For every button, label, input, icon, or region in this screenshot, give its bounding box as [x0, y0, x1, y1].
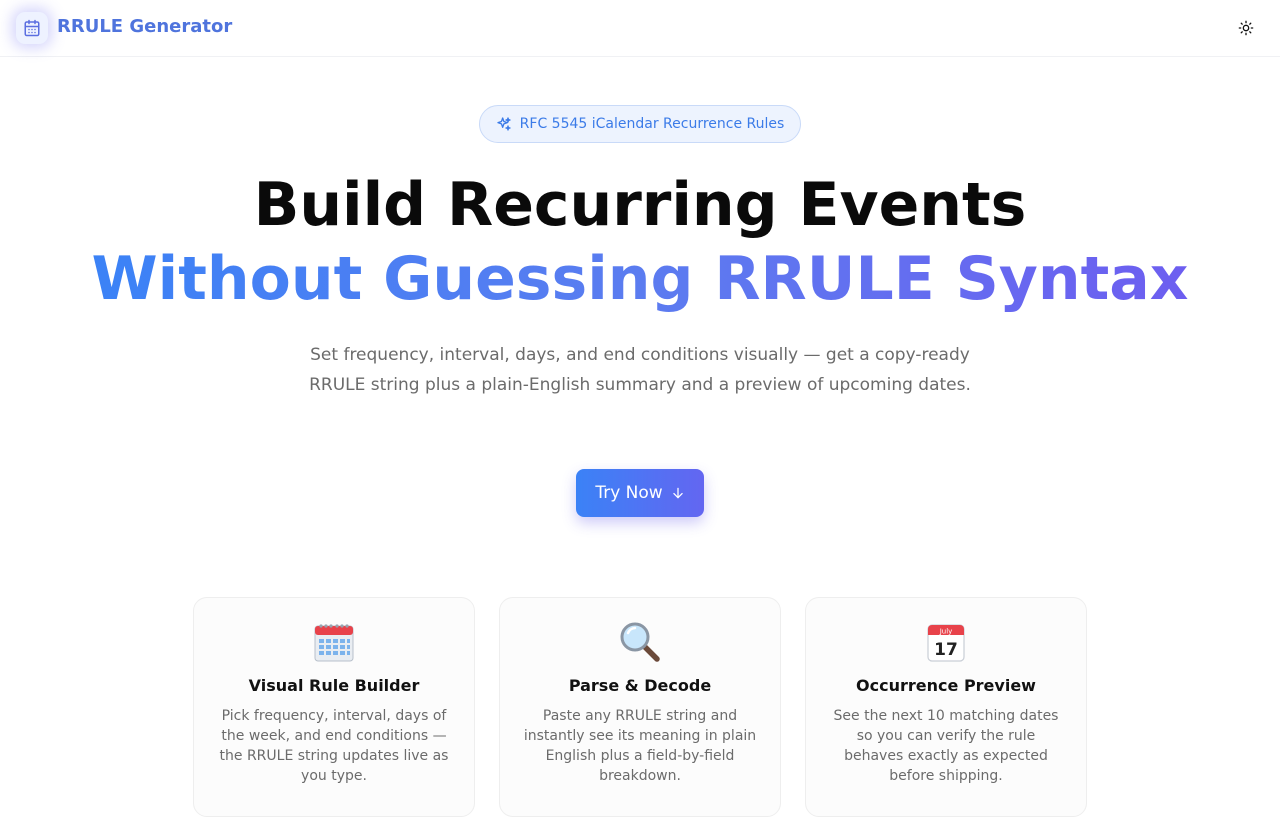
logo-button[interactable]	[16, 12, 48, 44]
top-nav-bar: RRULE Generator	[0, 0, 1280, 57]
spiral-calendar-icon	[314, 624, 354, 662]
sun-icon	[1238, 20, 1254, 36]
hero-title-line2: Without Guessing RRULE Syntax	[0, 244, 1280, 314]
feature-description: Paste any RRULE string and instantly see…	[523, 708, 757, 784]
hero-title-gradient-text: Without Guessing RRULE Syntax	[91, 244, 1189, 314]
try-now-button[interactable]: Try Now	[576, 469, 704, 517]
arrow-down-icon	[672, 487, 683, 499]
calendar-month-text: July	[939, 628, 953, 636]
calendar-day-text: 17	[934, 640, 958, 660]
hero-subtitle: Set frequency, interval, days, and end c…	[309, 345, 971, 395]
calendar-icon	[24, 19, 40, 37]
feature-card-visual-builder: Visual Rule Builder Pick frequency, inte…	[193, 597, 475, 817]
magnifying-glass-icon	[620, 622, 660, 662]
feature-card-parse-decode: Parse & Decode Paste any RRULE string an…	[499, 597, 781, 817]
brand-name[interactable]: RRULE Generator	[57, 16, 232, 38]
badge-text: RFC 5545 iCalendar Recurrence Rules	[519, 116, 785, 132]
feature-title: Visual Rule Builder	[248, 676, 420, 695]
feature-title: Parse & Decode	[568, 676, 712, 695]
try-now-label: Try Now	[595, 483, 663, 503]
calendar-date-icon: July 17	[927, 624, 965, 662]
feature-card-occurrence-preview: July 17 Occurrence Preview See the next …	[805, 597, 1087, 817]
feature-description: See the next 10 matching dates so you ca…	[833, 708, 1059, 784]
feature-description: Pick frequency, interval, days of the we…	[219, 708, 449, 784]
theme-toggle-button[interactable]	[1233, 15, 1259, 41]
rfc-badge: RFC 5545 iCalendar Recurrence Rules	[479, 105, 801, 143]
feature-title: Occurrence Preview	[856, 676, 1036, 695]
hero-title-line1: Build Recurring Events	[253, 170, 1027, 240]
sparkles-icon	[497, 117, 511, 131]
